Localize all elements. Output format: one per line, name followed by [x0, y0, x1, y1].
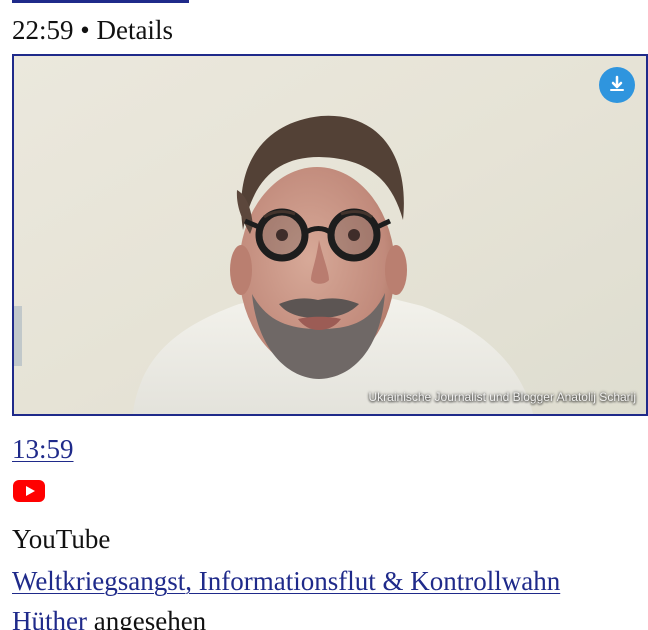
video-duration-link[interactable]: 13:59 — [12, 431, 74, 467]
video-caption: Ukrainische Journalist und Blogger Anato… — [368, 390, 636, 404]
video-title-link[interactable]: Weltkriegsangst, Informationsflut & Kont… — [12, 563, 560, 599]
person-link[interactable]: Hüther — [12, 606, 87, 630]
viewed-line: Hüther angesehen — [12, 603, 206, 630]
meta-separator: • — [80, 15, 90, 45]
source-name: YouTube — [12, 524, 111, 554]
activity-time: 22:59 — [12, 15, 74, 45]
youtube-icon — [13, 480, 45, 502]
viewed-text: angesehen — [86, 606, 207, 630]
download-icon[interactable] — [599, 67, 635, 103]
details-label: Details — [96, 15, 173, 45]
video-thumbnail-image — [14, 56, 646, 414]
top-divider — [12, 0, 189, 3]
download-icon-glyph — [610, 75, 624, 91]
video-thumbnail[interactable]: Ukrainische Journalist und Blogger Anato… — [12, 54, 648, 416]
activity-meta: 22:59 • Details — [12, 12, 173, 48]
